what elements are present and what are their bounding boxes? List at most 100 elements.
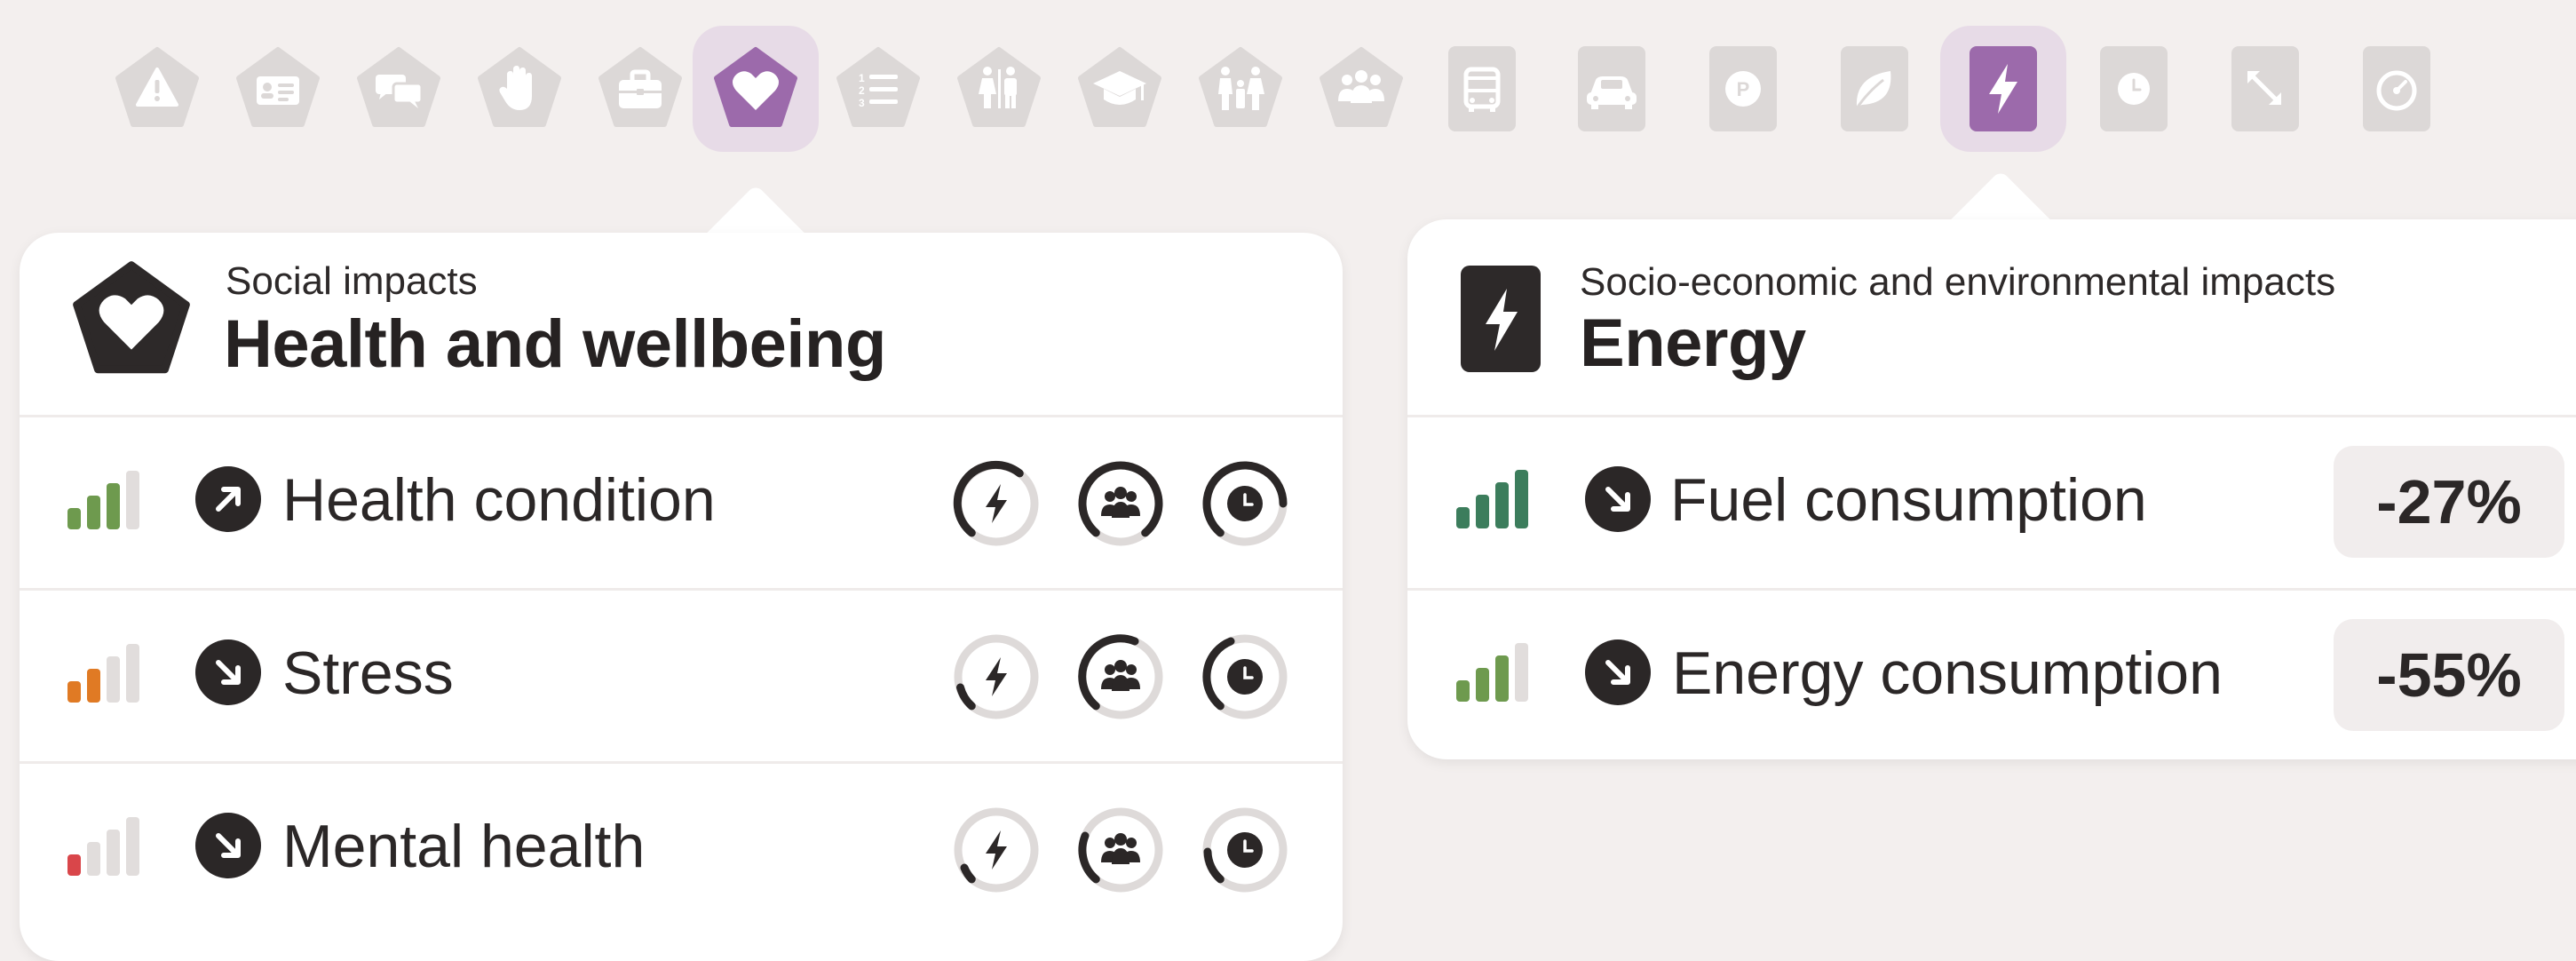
- impact-label: Stress: [282, 639, 454, 707]
- graduation-cap-icon-graphic: [1078, 47, 1161, 127]
- card-title: Energy: [1580, 306, 1806, 381]
- impact-row-mental-health[interactable]: Mental health: [20, 761, 1343, 935]
- impact-label: Health condition: [282, 466, 716, 534]
- group-icon: [1101, 487, 1140, 518]
- impact-row-energy-consumption[interactable]: Energy consumption -55%: [1407, 588, 2576, 762]
- parking-icon[interactable]: P: [1691, 36, 1795, 141]
- energy-card: Socio-economic and environmental impacts…: [1407, 219, 2576, 759]
- impact-category-toolbar: 123 P: [0, 0, 2576, 178]
- svg-text:3: 3: [859, 97, 865, 109]
- car-icon-graphic: [1578, 46, 1645, 131]
- bar-3: [107, 830, 120, 876]
- trend-down-arrow-icon: [195, 813, 261, 878]
- bar-4: [1515, 470, 1528, 528]
- bar-4: [126, 817, 139, 876]
- numbered-list-icon[interactable]: 123: [826, 36, 931, 141]
- briefcase-icon-graphic: [598, 47, 682, 127]
- family-icon[interactable]: [1188, 36, 1293, 141]
- bar-1: [67, 681, 81, 703]
- impact-row-health-condition[interactable]: Health condition: [20, 415, 1343, 589]
- clock-icon-graphic: [2100, 46, 2168, 131]
- signal-strength-bars: [1456, 639, 1545, 702]
- signal-strength-bars: [1456, 466, 1545, 528]
- bar-1: [1456, 680, 1470, 702]
- group-icon-graphic: [1320, 47, 1403, 127]
- bar-4: [126, 644, 139, 703]
- family-icon-graphic: [1199, 47, 1282, 127]
- car-icon[interactable]: [1559, 36, 1664, 141]
- group-icon: [1101, 833, 1140, 864]
- heart-icon[interactable]: [693, 26, 819, 152]
- lightning-bolt-icon[interactable]: [1940, 26, 2066, 152]
- energy-card-header: Socio-economic and environmental impacts…: [1407, 219, 2576, 401]
- expand-arrows-icon-graphic: [2231, 46, 2299, 131]
- signal-strength-bars: [67, 467, 156, 529]
- bar-3: [107, 483, 120, 529]
- bar-4: [126, 471, 139, 529]
- time-gauge: [1202, 634, 1288, 719]
- expand-arrows-icon[interactable]: [2213, 36, 2318, 141]
- leaf-icon[interactable]: [1822, 36, 1927, 141]
- percent-change-value: -55%: [2334, 619, 2564, 731]
- bus-icon[interactable]: [1430, 36, 1534, 141]
- category-label: Social impacts: [226, 259, 478, 303]
- percent-change-value: -27%: [2334, 446, 2564, 558]
- warning-icon[interactable]: [105, 36, 210, 141]
- trend-down-arrow-icon: [195, 639, 261, 705]
- bar-2: [1476, 495, 1489, 528]
- bar-1: [67, 854, 81, 876]
- lightning-bolt-icon: [986, 657, 1007, 696]
- group-icon: [1101, 660, 1140, 691]
- chat-bubbles-icon[interactable]: [346, 36, 451, 141]
- restroom-icon-graphic: [957, 47, 1041, 127]
- trend-up-arrow-icon: [195, 466, 261, 532]
- briefcase-icon[interactable]: [588, 36, 693, 141]
- signal-strength-bars: [67, 640, 156, 703]
- health-and-wellbeing-card: Social impacts Health and wellbeing Heal…: [20, 233, 1343, 961]
- speedometer-icon[interactable]: [2344, 36, 2449, 141]
- community-gauge: [1078, 634, 1163, 719]
- lightning-bolt-icon-graphic: [1970, 46, 2037, 131]
- bus-icon-graphic: [1448, 46, 1516, 131]
- community-gauge: [1078, 807, 1163, 893]
- time-gauge: [1202, 807, 1288, 893]
- heart-icon-graphic: [714, 47, 797, 127]
- bar-1: [67, 508, 81, 529]
- svg-text:P: P: [1737, 78, 1750, 100]
- impact-row-fuel-consumption[interactable]: Fuel consumption -27%: [1407, 415, 2576, 589]
- raised-hand-icon[interactable]: [467, 36, 572, 141]
- svg-text:1: 1: [859, 72, 865, 84]
- heart-icon: [73, 261, 190, 374]
- impact-label: Energy consumption: [1672, 639, 2223, 707]
- bar-3: [107, 656, 120, 703]
- group-icon[interactable]: [1309, 36, 1414, 141]
- card-title: Health and wellbeing: [224, 306, 886, 382]
- bar-3: [1495, 655, 1509, 702]
- energy-gauge: [954, 634, 1039, 719]
- impact-label: Mental health: [282, 813, 646, 880]
- lightning-bolt-icon: [986, 484, 1007, 523]
- time-gauge: [1202, 461, 1288, 546]
- numbered-list-icon-graphic: 123: [836, 47, 920, 127]
- signal-strength-bars: [67, 814, 156, 876]
- clock-icon[interactable]: [2081, 36, 2186, 141]
- raised-hand-icon-graphic: [478, 47, 561, 127]
- parking-icon-graphic: P: [1709, 46, 1777, 131]
- id-card-icon[interactable]: [226, 36, 330, 141]
- chat-bubbles-icon-graphic: [357, 47, 440, 127]
- bar-2: [1476, 668, 1489, 702]
- trend-down-arrow-icon: [1585, 639, 1651, 705]
- leaf-icon-graphic: [1841, 46, 1908, 131]
- warning-icon-graphic: [115, 47, 199, 127]
- lightning-bolt-icon: [1461, 266, 1541, 372]
- energy-gauge: [954, 807, 1039, 893]
- energy-gauge: [953, 460, 1039, 546]
- bar-4: [1515, 643, 1528, 702]
- graduation-cap-icon[interactable]: [1067, 36, 1172, 141]
- lightning-bolt-icon: [986, 830, 1007, 870]
- id-card-icon-graphic: [236, 47, 320, 127]
- impact-row-stress[interactable]: Stress: [20, 588, 1343, 762]
- restroom-icon[interactable]: [947, 36, 1051, 141]
- bar-1: [1456, 507, 1470, 528]
- bar-2: [87, 496, 100, 529]
